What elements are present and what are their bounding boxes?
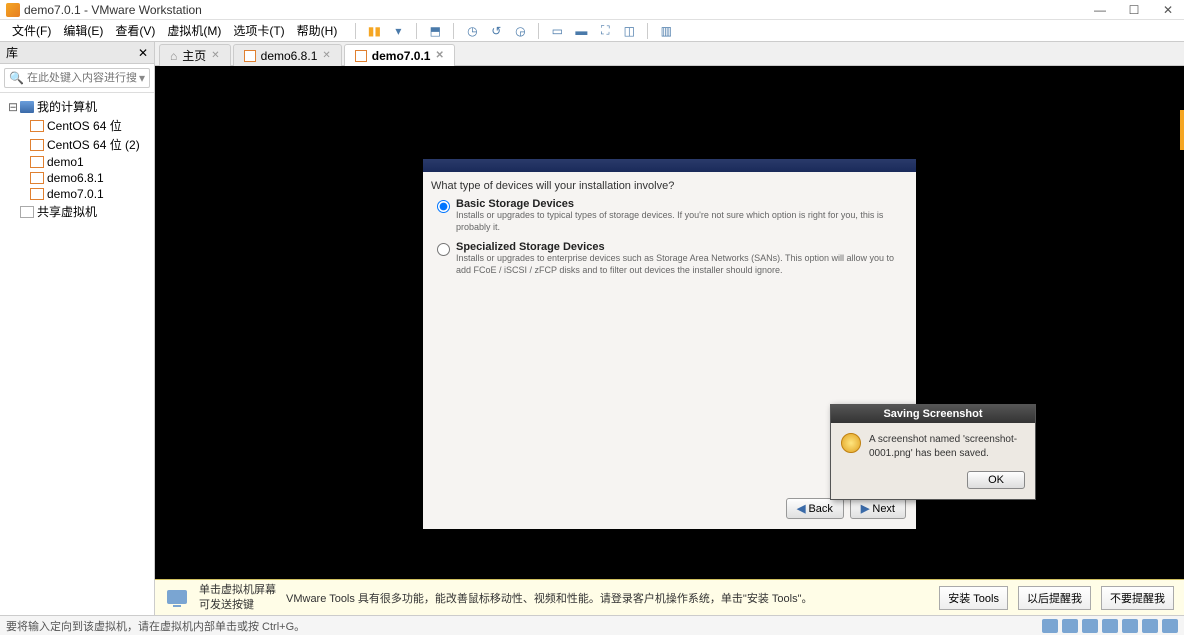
tabs-row: ⌂ 主页 ✕ demo6.8.1 ✕ demo7.0.1 ✕ <box>155 42 1184 66</box>
menu-file[interactable]: 文件(F) <box>6 20 57 41</box>
vm-icon <box>30 188 44 200</box>
vm-icon <box>30 156 44 168</box>
device-icon[interactable] <box>1082 619 1098 633</box>
device-icon[interactable] <box>1122 619 1138 633</box>
info-message: VMware Tools 具有很多功能，能改善鼠标移动性、视频和性能。请登录客户… <box>286 590 929 606</box>
screenshot-dialog: Saving Screenshot A screenshot named 'sc… <box>830 404 1036 500</box>
fullscreen-icon[interactable]: ⛶ <box>595 22 615 40</box>
shared-icon <box>20 206 34 218</box>
radio-basic[interactable] <box>437 200 450 213</box>
status-icons <box>1042 619 1178 633</box>
menu-help[interactable]: 帮助(H) <box>291 20 344 41</box>
vm-icon <box>30 139 44 151</box>
remind-later-button[interactable]: 以后提醒我 <box>1018 586 1091 610</box>
vm-tree: ⊟ 我的计算机 CentOS 64 位 CentOS 64 位 (2) demo… <box>0 93 154 615</box>
titlebar: demo7.0.1 - VMware Workstation — ☐ ✕ <box>0 0 1184 20</box>
fit-icon[interactable]: ▭ <box>547 22 567 40</box>
menubar: 文件(F) 编辑(E) 查看(V) 虚拟机(M) 选项卡(T) 帮助(H) ▮▮… <box>0 20 1184 42</box>
revert-icon[interactable]: ↺ <box>486 22 506 40</box>
snapshot-icon[interactable]: ◷ <box>462 22 482 40</box>
radio-specialized[interactable] <box>437 243 450 256</box>
tab-vm[interactable]: demo6.8.1 ✕ <box>233 44 342 66</box>
library-icon[interactable]: ▥ <box>656 22 676 40</box>
menu-edit[interactable]: 编辑(E) <box>57 20 109 41</box>
info-hint: 单击虚拟机屏幕 可发送按键 <box>199 583 276 612</box>
search-input[interactable] <box>27 72 137 84</box>
tab-close-icon[interactable]: ✕ <box>211 50 219 61</box>
vm-console[interactable]: What type of devices will your installat… <box>155 66 1184 579</box>
tree-item[interactable]: demo1 <box>2 154 152 170</box>
search-icon: 🔍 <box>9 71 24 85</box>
arrow-left-icon: ◀ <box>797 502 805 515</box>
dropdown-icon[interactable]: ▾ <box>388 22 408 40</box>
main-area: 库 ✕ 🔍 ▾ ⊟ 我的计算机 CentOS 64 位 CentOS 64 位 … <box>0 42 1184 615</box>
tab-close-icon[interactable]: ✕ <box>322 50 330 61</box>
content-area: ⌂ 主页 ✕ demo6.8.1 ✕ demo7.0.1 ✕ What type… <box>155 42 1184 615</box>
option-basic-storage[interactable]: Basic Storage Devices Installs or upgrad… <box>437 198 908 233</box>
arrow-right-icon: ▶ <box>861 502 869 515</box>
sidebar-title: 库 <box>6 44 138 61</box>
back-button[interactable]: ◀Back <box>786 498 844 519</box>
tree-item[interactable]: CentOS 64 位 <box>2 116 152 135</box>
vm-icon <box>355 50 367 62</box>
menu-tabs[interactable]: 选项卡(T) <box>227 20 290 41</box>
unity-icon[interactable]: ◫ <box>619 22 639 40</box>
window-title: demo7.0.1 - VMware Workstation <box>24 3 1090 17</box>
status-text: 要将输入定向到该虚拟机，请在虚拟机内部单击或按 Ctrl+G。 <box>6 618 1042 634</box>
menu-vm[interactable]: 虚拟机(M) <box>161 20 227 41</box>
sidebar-header: 库 ✕ <box>0 42 154 64</box>
vm-icon <box>244 50 256 62</box>
tree-item[interactable]: CentOS 64 位 (2) <box>2 135 152 154</box>
option-specialized-storage[interactable]: Specialized Storage Devices Installs or … <box>437 241 908 276</box>
pause-icon[interactable]: ▮▮ <box>364 22 384 40</box>
install-question: What type of devices will your installat… <box>431 180 908 192</box>
sidebar: 库 ✕ 🔍 ▾ ⊟ 我的计算机 CentOS 64 位 CentOS 64 位 … <box>0 42 155 615</box>
ok-button[interactable]: OK <box>967 471 1025 489</box>
minimize-button[interactable]: — <box>1090 3 1110 17</box>
statusbar: 要将输入定向到该虚拟机，请在虚拟机内部单击或按 Ctrl+G。 <box>0 615 1184 635</box>
tab-vm-active[interactable]: demo7.0.1 ✕ <box>344 44 455 66</box>
vm-icon <box>30 172 44 184</box>
device-icon[interactable] <box>1142 619 1158 633</box>
toolbar: ▮▮ ▾ ⬒ ◷ ↺ ◶ ▭ ▬ ⛶ ◫ ▥ <box>351 22 676 40</box>
tree-item[interactable]: demo7.0.1 <box>2 186 152 202</box>
window-controls: — ☐ ✕ <box>1090 3 1178 17</box>
installer-window: What type of devices will your installat… <box>423 159 916 529</box>
tree-item[interactable]: demo6.8.1 <box>2 170 152 186</box>
device-icon[interactable] <box>1062 619 1078 633</box>
menu-view[interactable]: 查看(V) <box>109 20 161 41</box>
lightbulb-icon <box>841 433 861 453</box>
never-remind-button[interactable]: 不要提醒我 <box>1101 586 1174 610</box>
console-icon[interactable]: ▬ <box>571 22 591 40</box>
send-icon[interactable]: ⬒ <box>425 22 445 40</box>
device-icon[interactable] <box>1162 619 1178 633</box>
info-icon <box>165 586 189 610</box>
next-button[interactable]: ▶Next <box>850 498 906 519</box>
sidebar-close-icon[interactable]: ✕ <box>138 46 148 60</box>
device-icon[interactable] <box>1102 619 1118 633</box>
dialog-message: A screenshot named 'screenshot-0001.png'… <box>869 433 1025 461</box>
infobar: 单击虚拟机屏幕 可发送按键 VMware Tools 具有很多功能，能改善鼠标移… <box>155 579 1184 615</box>
install-tools-button[interactable]: 安装 Tools <box>939 586 1008 610</box>
home-icon: ⌂ <box>170 49 177 63</box>
tree-shared[interactable]: 共享虚拟机 <box>2 202 152 221</box>
tab-home[interactable]: ⌂ 主页 ✕ <box>159 44 231 66</box>
dialog-title: Saving Screenshot <box>831 405 1035 423</box>
search-row: 🔍 ▾ <box>0 64 154 93</box>
tab-close-icon[interactable]: ✕ <box>435 50 443 61</box>
search-dropdown-icon[interactable]: ▾ <box>139 71 145 85</box>
app-icon <box>6 3 20 17</box>
manage-icon[interactable]: ◶ <box>510 22 530 40</box>
tree-root-mycomputer[interactable]: ⊟ 我的计算机 <box>2 97 152 116</box>
device-icon[interactable] <box>1042 619 1058 633</box>
close-button[interactable]: ✕ <box>1158 3 1178 17</box>
installer-header <box>423 159 916 172</box>
vm-icon <box>30 120 44 132</box>
maximize-button[interactable]: ☐ <box>1124 3 1144 17</box>
scrollbar-indicator[interactable] <box>1180 110 1184 150</box>
computer-icon <box>20 101 34 113</box>
